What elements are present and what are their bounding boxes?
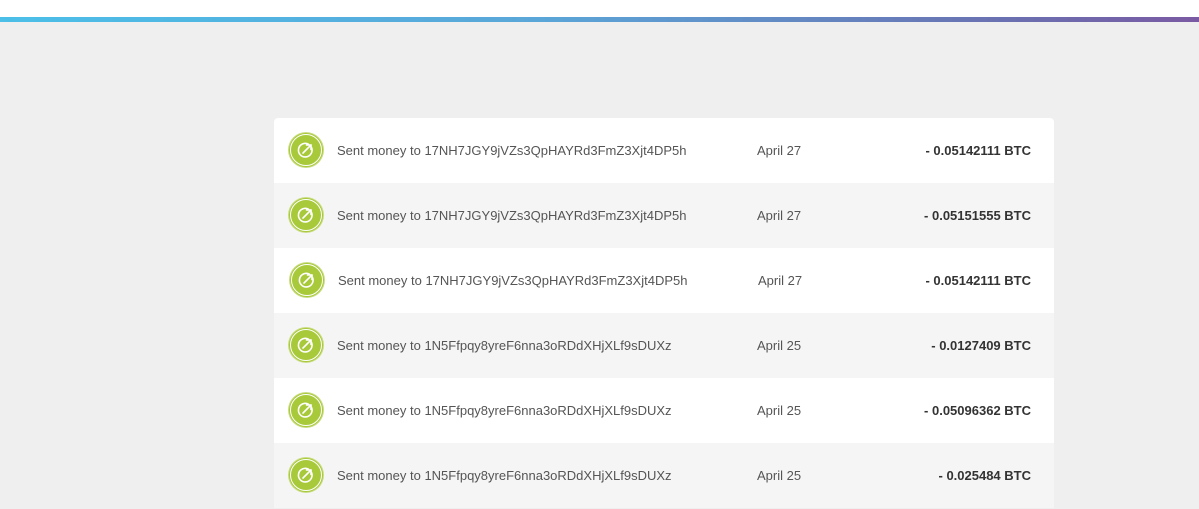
transaction-date: April 27	[757, 208, 802, 223]
sent-arrow-icon	[289, 328, 323, 362]
transaction-description: Sent money to 17NH7JGY9jVZs3QpHAYRd3FmZ3…	[337, 208, 687, 223]
sent-arrow-icon	[289, 198, 323, 232]
transaction-date: April 27	[758, 273, 803, 288]
transaction-row[interactable]: Sent money to 1N5Ffpqy8yreF6nna3oRDdXHjX…	[274, 443, 1054, 508]
transaction-description: Sent money to 1N5Ffpqy8yreF6nna3oRDdXHjX…	[337, 403, 672, 418]
transaction-amount: - 0.05096362 BTC	[924, 403, 1031, 418]
transaction-list: Sent money to 17NH7JGY9jVZs3QpHAYRd3FmZ3…	[274, 118, 1054, 509]
transaction-row[interactable]: Sent money to 1N5Ffpqy8yreF6nna3oRDdXHjX…	[274, 378, 1054, 443]
transaction-row[interactable]: Sent money to 1N5Ffpqy8yreF6nna3oRDdXHjX…	[274, 313, 1054, 378]
transaction-description: Sent money to 17NH7JGY9jVZs3QpHAYRd3FmZ3…	[338, 273, 688, 288]
transaction-description: Sent money to 1N5Ffpqy8yreF6nna3oRDdXHjX…	[337, 338, 672, 353]
transaction-date: April 25	[757, 468, 802, 483]
transaction-row[interactable]: Sent money to 17NH7JGY9jVZs3QpHAYRd3FmZ3…	[274, 183, 1054, 248]
transaction-date: April 27	[757, 143, 802, 158]
transaction-row[interactable]: Sent money to 17NH7JGY9jVZs3QpHAYRd3FmZ3…	[274, 118, 1054, 183]
transaction-amount: - 0.05151555 BTC	[924, 208, 1031, 223]
transaction-description: Sent money to 17NH7JGY9jVZs3QpHAYRd3FmZ3…	[337, 143, 687, 158]
transaction-amount: - 0.0127409 BTC	[931, 338, 1031, 353]
transaction-amount: - 0.025484 BTC	[938, 468, 1032, 483]
transaction-row[interactable]: Sent money to 17NH7JGY9jVZs3QpHAYRd3FmZ3…	[274, 248, 1054, 313]
transaction-amount: - 0.05142111 BTC	[925, 143, 1031, 158]
top-strip	[0, 0, 1199, 17]
transaction-date: April 25	[757, 403, 802, 418]
transaction-amount: - 0.05142111 BTC	[925, 273, 1031, 288]
sent-arrow-icon	[289, 393, 323, 427]
sent-arrow-icon	[290, 263, 324, 297]
sent-arrow-icon	[289, 458, 323, 492]
sent-arrow-icon	[289, 133, 323, 167]
transaction-date: April 25	[757, 338, 802, 353]
transaction-description: Sent money to 1N5Ffpqy8yreF6nna3oRDdXHjX…	[337, 468, 672, 483]
